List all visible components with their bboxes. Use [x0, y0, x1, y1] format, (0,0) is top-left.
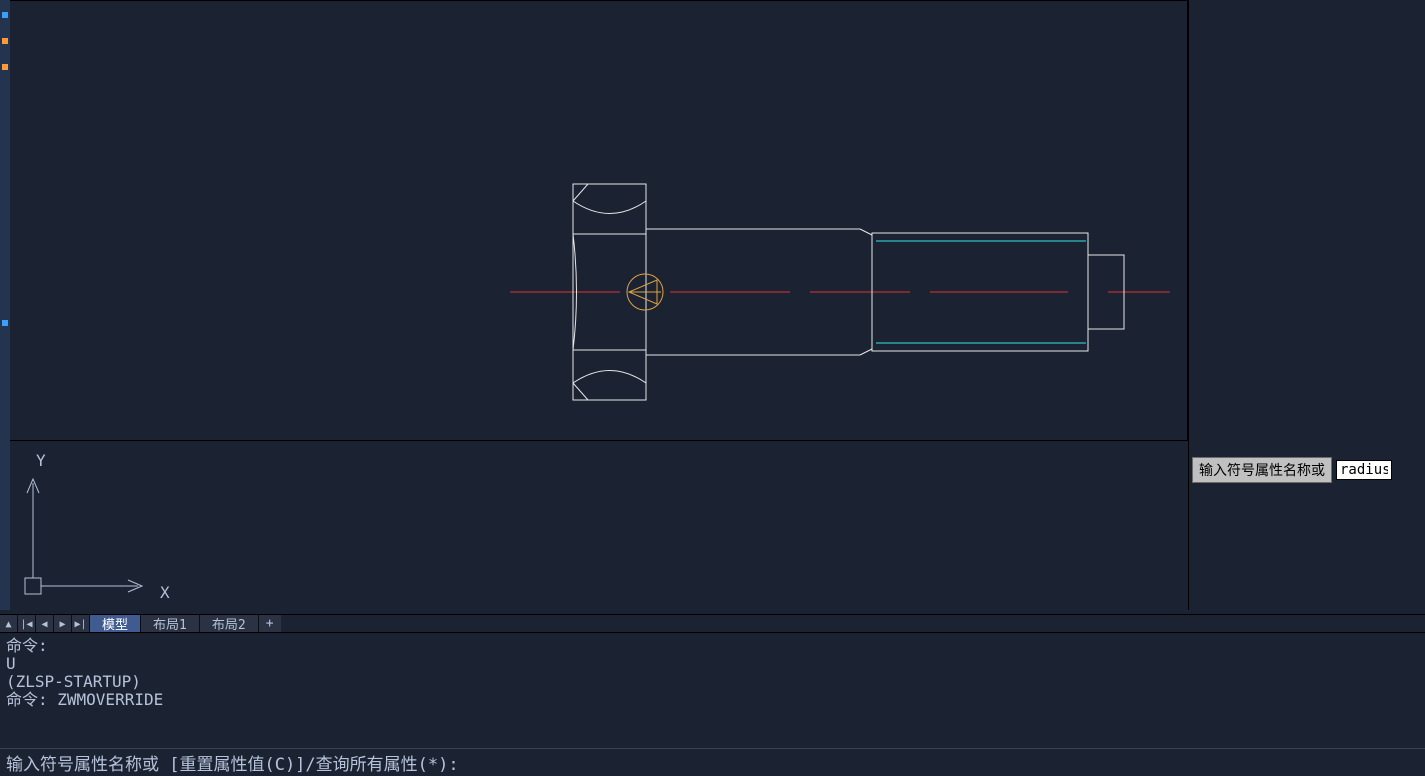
tab-first-icon[interactable]: |◀: [18, 615, 36, 633]
tab-scroll-up-icon[interactable]: ▲: [0, 615, 18, 633]
ucs-viewport[interactable]: Y X: [10, 440, 1188, 610]
tab-layout2[interactable]: 布局2: [200, 615, 259, 632]
drawing-canvas[interactable]: [10, 1, 1188, 441]
command-line[interactable]: 输入符号属性名称或 [重置属性值(C)]/查询所有属性(*):: [0, 748, 1425, 776]
layer-dot: [2, 320, 8, 326]
drawing-viewport[interactable]: [10, 0, 1188, 440]
cmd-history-line: (ZLSP-STARTUP): [6, 673, 1419, 691]
ucs-y-label: Y: [36, 451, 46, 470]
dynamic-prompt-tooltip: 输入符号属性名称或: [1192, 457, 1332, 483]
tab-next-icon[interactable]: ▶: [54, 615, 72, 633]
cmd-history-line: U: [6, 655, 1419, 673]
layer-dot: [2, 12, 8, 18]
command-prompt: 输入符号属性名称或 [重置属性值(C)]/查询所有属性(*):: [6, 750, 459, 775]
tab-prev-icon[interactable]: ◀: [36, 615, 54, 633]
left-toolbar-strip: [0, 0, 10, 610]
dynamic-input-field[interactable]: [1336, 460, 1392, 480]
dynamic-input-group: 输入符号属性名称或: [1192, 457, 1392, 483]
layout-tab-bar: ▲ |◀ ◀ ▶ ▶| 模型 布局1 布局2 +: [0, 614, 1425, 632]
tab-add-button[interactable]: +: [259, 615, 281, 632]
tab-last-icon[interactable]: ▶|: [72, 615, 90, 633]
layer-dot: [2, 64, 8, 70]
ucs-icon: [10, 441, 1188, 611]
cmd-history-line: 命令:: [6, 637, 1419, 655]
command-input[interactable]: [459, 753, 1419, 773]
command-history: 命令: U (ZLSP-STARTUP) 命令: ZWMOVERRIDE: [0, 632, 1425, 744]
cmd-history-line: 命令: ZWMOVERRIDE: [6, 691, 1419, 709]
ucs-x-label: X: [160, 583, 170, 602]
side-panel: [1188, 0, 1425, 610]
layer-dot: [2, 38, 8, 44]
tab-layout1[interactable]: 布局1: [141, 615, 200, 632]
tab-model[interactable]: 模型: [90, 615, 141, 632]
